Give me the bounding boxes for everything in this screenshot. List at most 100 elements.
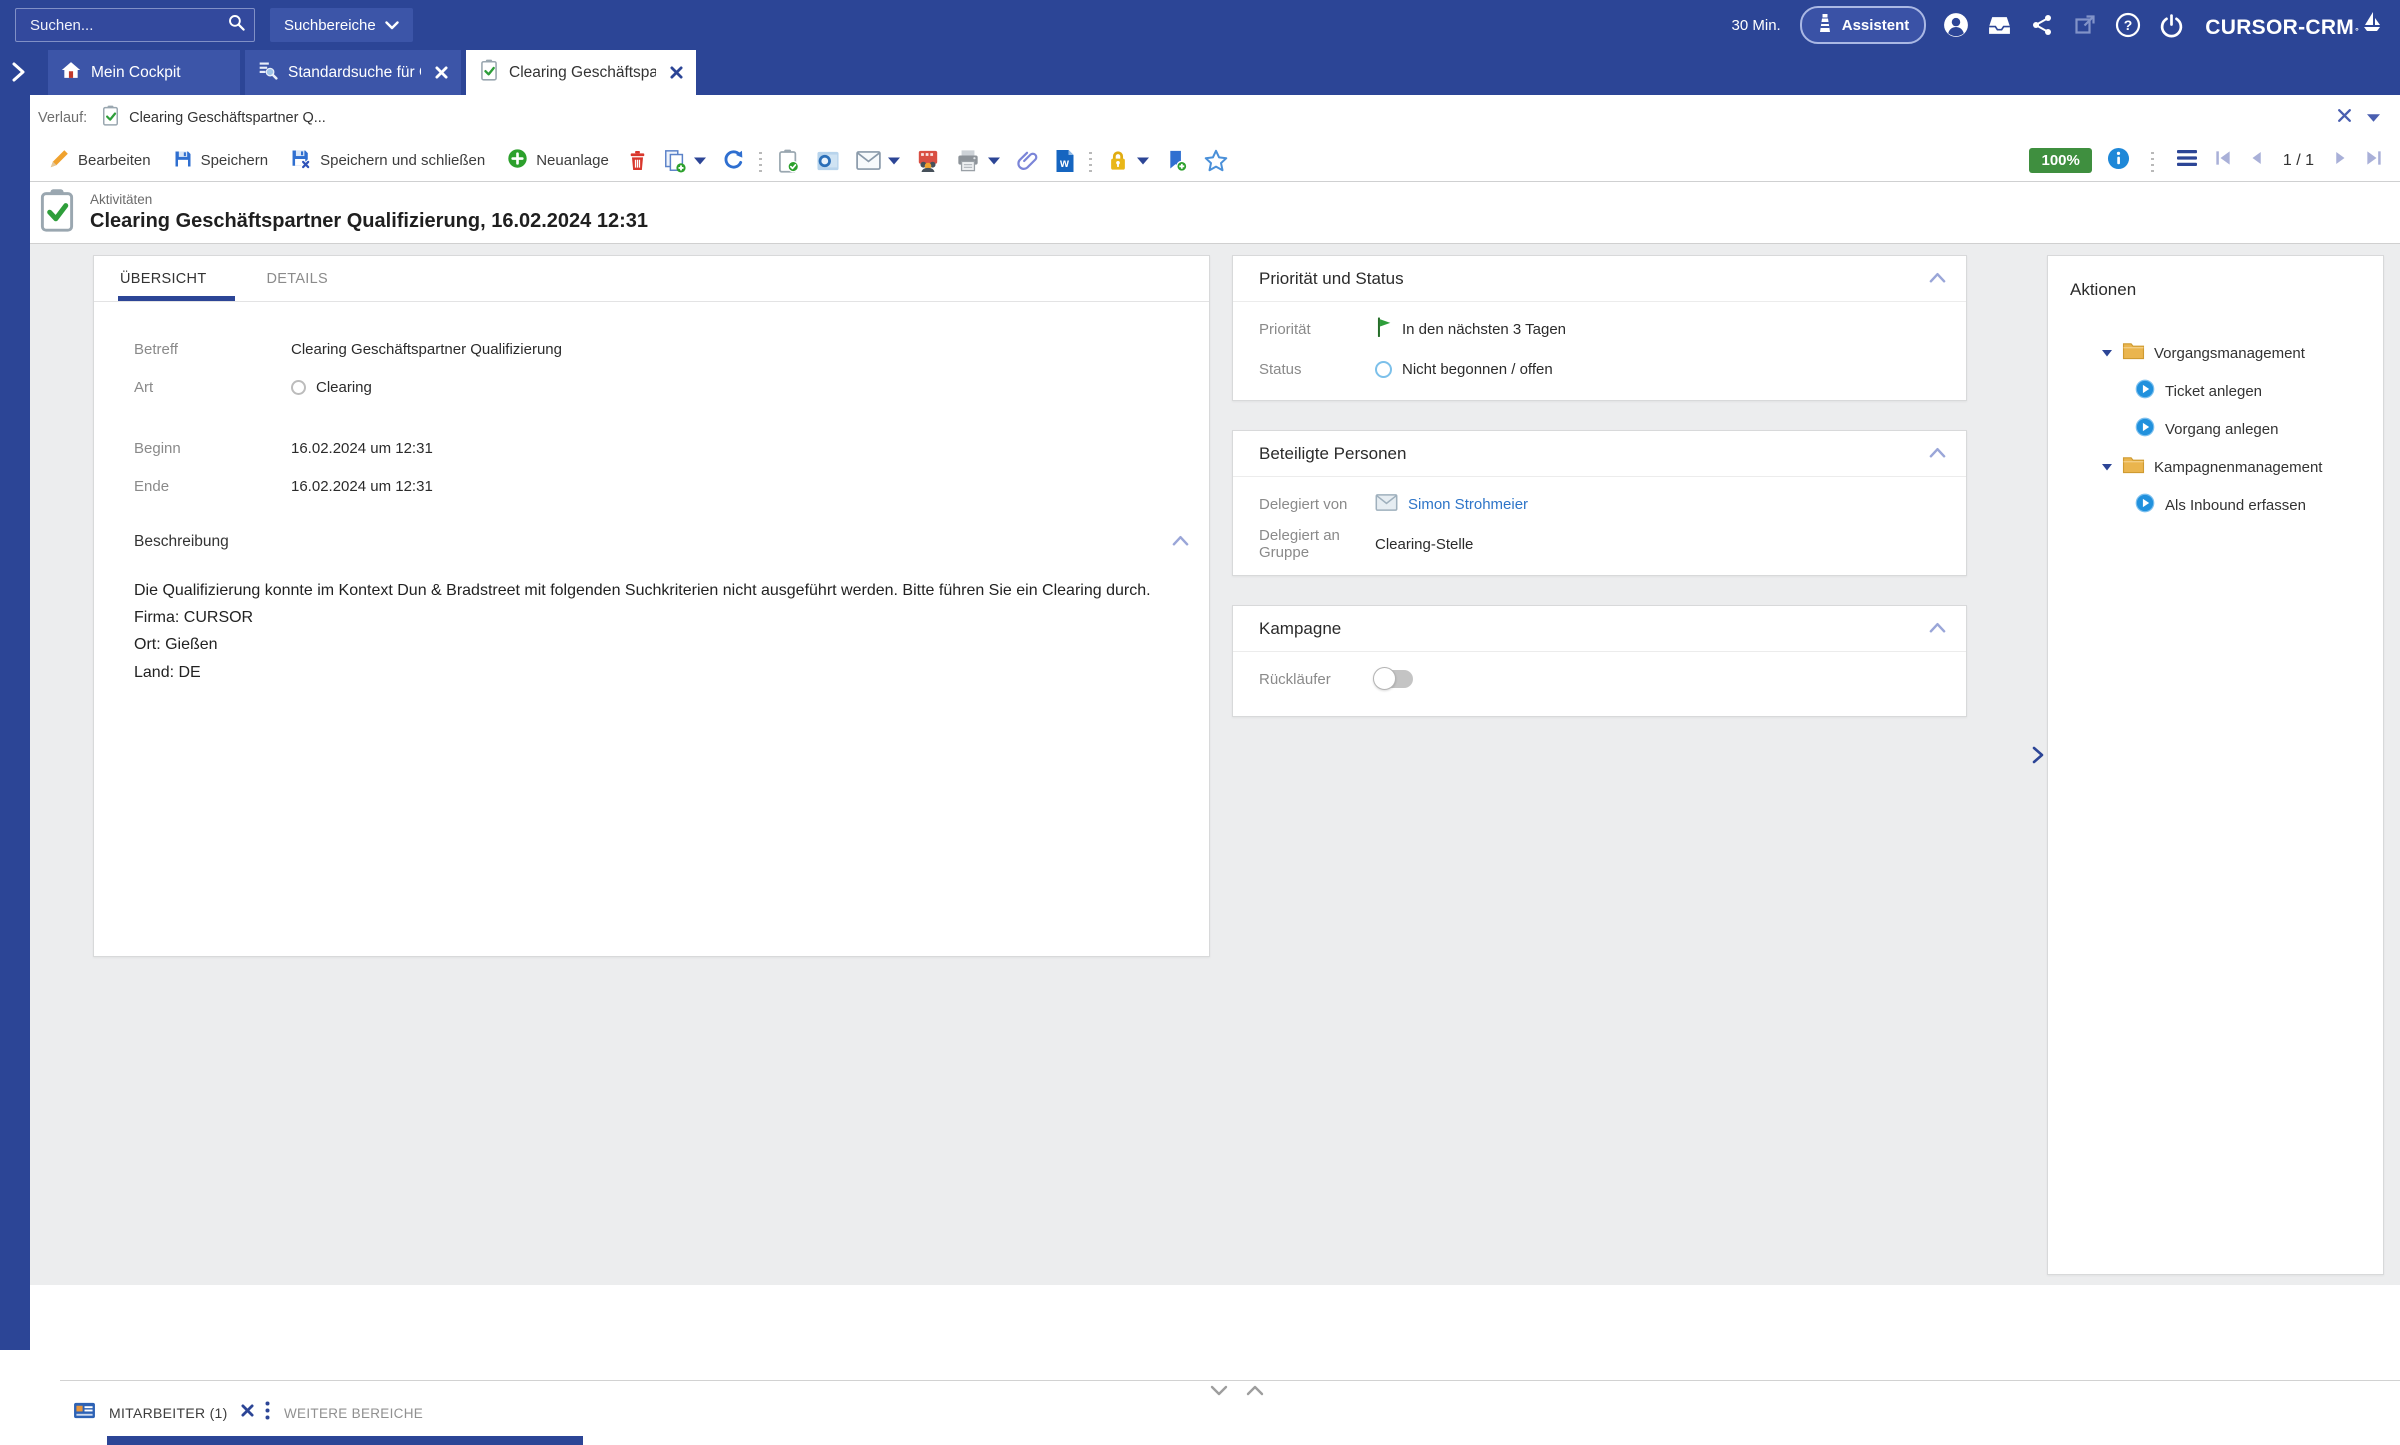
more-areas-label: WEITERE BEREICHE: [284, 1406, 423, 1421]
envelope-icon[interactable]: [1375, 494, 1398, 515]
info-icon[interactable]: [2107, 147, 2130, 175]
document-tab-bar: Mein Cockpit Standardsuche für G... Clea…: [0, 50, 2400, 95]
attachment-button[interactable]: [1008, 144, 1047, 178]
print-button[interactable]: [948, 144, 1008, 178]
entity-header: Aktivitäten Clearing Geschäftspartner Qu…: [30, 182, 2400, 244]
session-timer: 30 Min.: [1732, 17, 1781, 34]
people-panel: Beteiligte Personen Delegiert von Simon …: [1232, 430, 1967, 576]
action-group-kampagnenmanagement[interactable]: Kampagnenmanagement: [2048, 448, 2383, 486]
menu-icon[interactable]: [2176, 149, 2198, 172]
tab-details[interactable]: DETAILS: [265, 256, 336, 301]
row-label: Rückläufer: [1259, 671, 1375, 688]
plus-circle-icon: [507, 148, 528, 173]
priority-status-panel: Priorität und Status Priorität In den nä…: [1232, 255, 1967, 401]
assistant-button[interactable]: Assistent: [1800, 6, 1927, 44]
close-icon[interactable]: [670, 66, 683, 79]
play-circle-icon: [2135, 379, 2155, 404]
caret-down-icon[interactable]: [2101, 344, 2113, 362]
chevron-down-icon: [385, 17, 399, 34]
search-icon[interactable]: [227, 13, 246, 37]
assistant-label: Assistent: [1842, 17, 1910, 34]
caret-down-icon[interactable]: [2367, 109, 2380, 127]
favorite-button[interactable]: [1196, 144, 1236, 178]
action-group-label: Vorgangsmanagement: [2154, 345, 2305, 362]
returned-mail-toggle[interactable]: [1375, 670, 1413, 688]
copy-button[interactable]: [655, 144, 714, 178]
toolbar: Bearbeiten Speichern Speichern und schli…: [30, 140, 2400, 182]
mail-button[interactable]: [848, 144, 908, 178]
tab-mein-cockpit[interactable]: Mein Cockpit: [48, 50, 240, 95]
search-scope-button[interactable]: Suchbereiche: [270, 8, 413, 42]
outlook-button[interactable]: [808, 144, 848, 178]
bottom-bar: MITARBEITER (1) WEITERE BEREICHE: [60, 1380, 2400, 1445]
save-close-button[interactable]: Speichern und schließen: [279, 144, 496, 178]
share-button[interactable]: [2029, 12, 2055, 38]
save-button[interactable]: Speichern: [162, 144, 280, 178]
user-profile-button[interactable]: [1943, 12, 1969, 38]
open-window-button[interactable]: [2072, 12, 2098, 38]
search-input[interactable]: [28, 16, 227, 35]
returned-mail-row: Rückläufer: [1259, 666, 1940, 692]
row-label: Delegiert an Gruppe: [1259, 527, 1375, 561]
close-panel-icon[interactable]: [2336, 107, 2353, 129]
main-area: ÜBERSICHT DETAILS Betreff Clearing Gesch…: [30, 244, 2400, 1285]
close-icon[interactable]: [241, 1404, 254, 1422]
tab-standardsuche[interactable]: Standardsuche für G...: [245, 50, 461, 95]
collapse-icon[interactable]: [1172, 533, 1189, 551]
brand-text: CURSOR-CRM: [2205, 16, 2354, 40]
inbox-button[interactable]: [1986, 12, 2012, 38]
close-icon[interactable]: [435, 66, 448, 79]
action-ticket-anlegen[interactable]: Ticket anlegen: [2048, 372, 2383, 410]
refresh-button[interactable]: [714, 144, 753, 178]
lock-button[interactable]: [1099, 144, 1157, 178]
collapse-icon[interactable]: [1929, 445, 1946, 463]
field-value: Clearing Geschäftspartner Qualifizierung: [291, 341, 562, 358]
panel-title: Priorität und Status: [1259, 269, 1404, 289]
appointment-button[interactable]: [908, 144, 948, 178]
action-vorgang-anlegen[interactable]: Vorgang anlegen: [2048, 410, 2383, 448]
tab-clearing-active[interactable]: Clearing Geschäftspa...: [466, 50, 696, 95]
chevron-down-icon[interactable]: [1210, 1383, 1228, 1401]
caret-down-icon[interactable]: [2101, 458, 2113, 476]
play-circle-icon: [2135, 493, 2155, 518]
nav-expand-icon[interactable]: [10, 61, 26, 88]
bookmark-add-button[interactable]: [1157, 144, 1196, 178]
collapsed-nav-strip[interactable]: [0, 95, 30, 1350]
person-link[interactable]: Simon Strohmeier: [1408, 496, 1528, 513]
power-button[interactable]: [2158, 12, 2184, 38]
first-page-icon[interactable]: [2213, 148, 2233, 173]
radio-icon[interactable]: [291, 380, 306, 395]
delete-button[interactable]: [620, 144, 655, 178]
help-button[interactable]: ?: [2115, 12, 2141, 38]
tab-mitarbeiter[interactable]: MITARBEITER (1): [73, 1401, 254, 1425]
description-title: Beschreibung: [134, 533, 229, 551]
pager-label: 1 / 1: [2283, 152, 2314, 170]
collapse-icon[interactable]: [1929, 620, 1946, 638]
global-search[interactable]: [15, 8, 255, 42]
field-label: Art: [134, 379, 291, 396]
tab-label: Mein Cockpit: [91, 64, 181, 82]
svg-text:w: w: [1059, 158, 1069, 170]
history-crumb[interactable]: Clearing Geschäftspartner Q...: [101, 105, 326, 130]
next-page-icon[interactable]: [2331, 149, 2349, 172]
new-button[interactable]: Neuanlage: [496, 144, 620, 178]
action-item-label: Ticket anlegen: [2165, 383, 2262, 400]
chevron-up-icon[interactable]: [1246, 1383, 1264, 1401]
action-group-vorgangsmanagement[interactable]: Vorgangsmanagement: [2048, 334, 2383, 372]
field-ende: Ende 16.02.2024 um 12:31: [134, 475, 1209, 497]
edit-button[interactable]: Bearbeiten: [38, 144, 162, 178]
toggle-knob: [1373, 667, 1396, 690]
collapse-icon[interactable]: [1929, 270, 1946, 288]
zoom-badge[interactable]: 100%: [2029, 148, 2091, 173]
delegated-group-row: Delegiert an Gruppe Clearing-Stelle: [1259, 531, 1940, 557]
last-page-icon[interactable]: [2364, 148, 2384, 173]
prev-page-icon[interactable]: [2248, 149, 2266, 172]
more-areas-button[interactable]: WEITERE BEREICHE: [265, 1401, 423, 1425]
content-area: Verlauf: Clearing Geschäftspartner Q... …: [30, 95, 2400, 1350]
word-button[interactable]: w: [1047, 144, 1083, 178]
task-check-button[interactable]: [769, 144, 808, 178]
actions-panel: Aktionen Vorgangsmanagement Ticket anleg…: [2047, 255, 2384, 1275]
action-als-inbound-erfassen[interactable]: Als Inbound erfassen: [2048, 486, 2383, 524]
row-label: Status: [1259, 361, 1375, 378]
tab-uebersicht[interactable]: ÜBERSICHT: [118, 256, 235, 301]
